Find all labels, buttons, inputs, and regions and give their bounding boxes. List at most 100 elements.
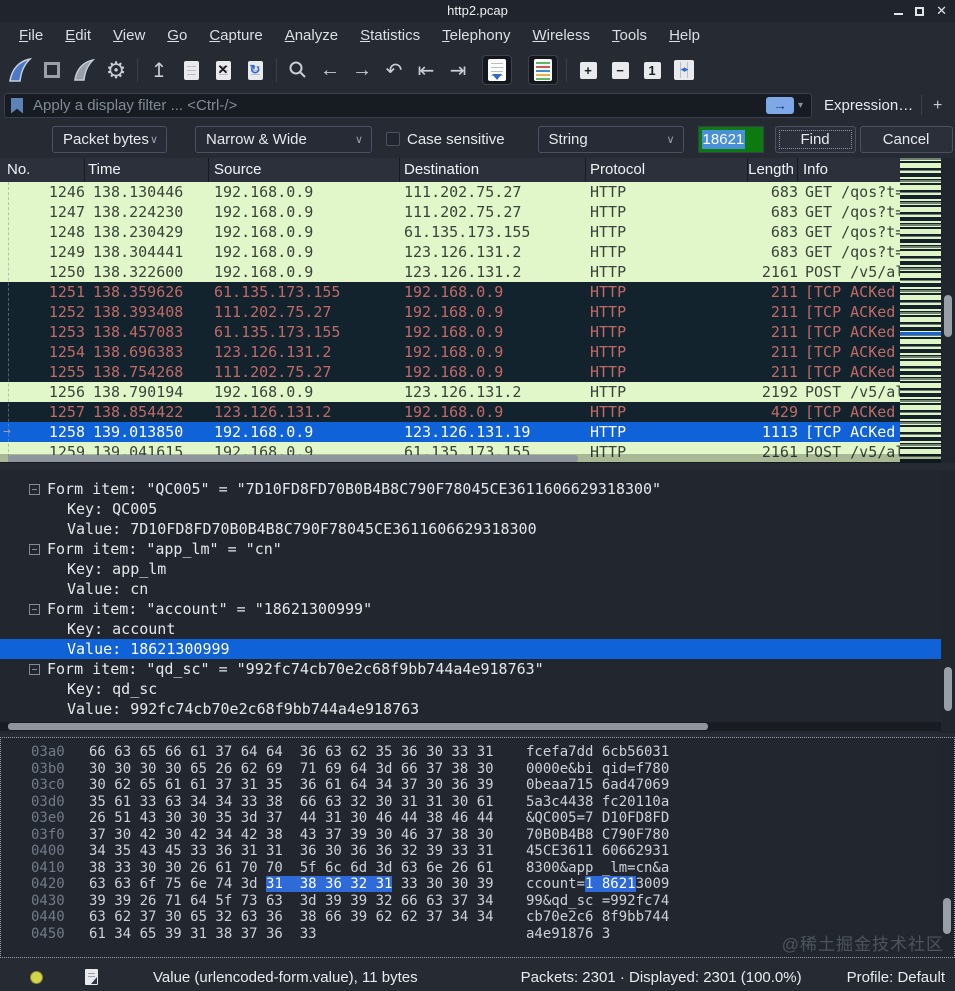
collapse-icon[interactable] bbox=[29, 483, 40, 495]
hex-row[interactable]: 03d0 35 61 33 63 34 34 33 38 66 63 32 30… bbox=[31, 794, 954, 811]
display-filter-input[interactable]: Apply a display filter ... <Ctrl-/> → ▾ bbox=[4, 93, 812, 118]
hex-row[interactable]: 03b0 30 30 30 30 65 26 62 69 71 69 64 3d… bbox=[31, 761, 954, 778]
colorize-toggle[interactable] bbox=[528, 55, 558, 85]
menu-statistics[interactable]: Statistics bbox=[349, 22, 431, 50]
hex-row[interactable]: 0420 63 63 6f 75 6e 74 3d 31 38 36 32 31… bbox=[31, 876, 954, 893]
hex-vscrollbar[interactable] bbox=[940, 738, 954, 957]
close-icon[interactable]: ✕ bbox=[936, 0, 947, 22]
packet-row[interactable]: 1246 138.130446 192.168.0.9 111.202.75.2… bbox=[0, 182, 955, 202]
open-file-icon[interactable]: ↥ bbox=[143, 54, 175, 86]
scrollbar-handle[interactable] bbox=[944, 667, 952, 711]
search-type-dropdown[interactable]: String ∨ bbox=[537, 125, 684, 153]
menu-view[interactable]: View bbox=[102, 22, 156, 50]
column-header-source[interactable]: Source bbox=[209, 158, 400, 182]
detail-row[interactable]: Key: QC005 bbox=[0, 499, 955, 519]
save-file-icon[interactable] bbox=[175, 54, 207, 86]
detail-row[interactable]: Value: cn bbox=[0, 579, 955, 599]
filter-history-caret-icon[interactable]: ▾ bbox=[798, 100, 803, 111]
go-to-packet-icon[interactable]: ↶ bbox=[378, 54, 410, 86]
auto-scroll-toggle[interactable] bbox=[482, 55, 512, 85]
column-header-length[interactable]: Length bbox=[748, 158, 798, 182]
resize-columns-icon[interactable]: ◂▸ bbox=[668, 54, 700, 86]
profile-text[interactable]: Profile: Default bbox=[847, 969, 945, 986]
menu-help[interactable]: Help bbox=[658, 22, 711, 50]
collapse-icon[interactable] bbox=[29, 543, 40, 555]
column-header-protocol[interactable]: Protocol bbox=[586, 158, 748, 182]
add-filter-button[interactable]: + bbox=[933, 95, 942, 117]
packet-minimap-scrollbar[interactable] bbox=[900, 158, 941, 463]
scrollbar-handle[interactable] bbox=[944, 295, 952, 337]
hex-row[interactable]: 0430 39 39 26 71 64 5f 73 63 3d 39 39 32… bbox=[31, 893, 954, 910]
menu-analyze[interactable]: Analyze bbox=[274, 22, 349, 50]
cancel-button[interactable]: Cancel bbox=[859, 125, 953, 153]
detail-row[interactable]: Key: qd_sc bbox=[0, 679, 955, 699]
go-back-icon[interactable]: ← bbox=[314, 54, 346, 86]
find-packet-icon[interactable] bbox=[282, 54, 314, 86]
packet-list-vscrollbar[interactable] bbox=[941, 158, 955, 463]
hex-row[interactable]: 0400 34 35 43 45 33 36 31 31 36 30 36 36… bbox=[31, 843, 954, 860]
packet-row[interactable]: 1248 138.230429 192.168.0.9 61.135.173.1… bbox=[0, 222, 955, 242]
search-input[interactable]: 18621 bbox=[697, 125, 764, 153]
packet-row[interactable]: → 1258 139.013850 192.168.0.9 123.126.13… bbox=[0, 422, 955, 442]
packet-row[interactable]: 1256 138.790194 192.168.0.9 123.126.131.… bbox=[0, 382, 955, 402]
start-capture-icon[interactable] bbox=[4, 54, 36, 86]
hex-row[interactable]: 03f0 37 30 42 30 42 34 42 38 43 37 39 30… bbox=[31, 827, 954, 844]
restart-capture-icon[interactable] bbox=[68, 54, 100, 86]
packet-row[interactable]: 1250 138.322600 192.168.0.9 123.126.131.… bbox=[0, 262, 955, 282]
zoom-normal-icon[interactable]: 1 bbox=[636, 54, 668, 86]
minimize-icon[interactable] bbox=[894, 13, 904, 15]
hex-row[interactable]: 0440 63 62 37 30 65 32 63 36 38 66 39 62… bbox=[31, 909, 954, 926]
zoom-out-icon[interactable]: − bbox=[604, 54, 636, 86]
case-sensitive-checkbox[interactable] bbox=[386, 132, 400, 146]
menu-edit[interactable]: Edit bbox=[54, 22, 102, 50]
expert-info-icon[interactable] bbox=[30, 970, 43, 984]
packet-row[interactable]: 1254 138.696383 123.126.131.2 192.168.0.… bbox=[0, 342, 955, 362]
apply-filter-button[interactable]: → bbox=[765, 97, 794, 114]
zoom-in-icon[interactable]: + bbox=[572, 54, 604, 86]
packet-row[interactable]: 1251 138.359626 61.135.173.155 192.168.0… bbox=[0, 282, 955, 302]
hex-row[interactable]: 03e0 26 51 43 30 30 35 3d 37 44 31 30 46… bbox=[31, 810, 954, 827]
bookmark-icon[interactable] bbox=[11, 97, 23, 114]
collapse-icon[interactable] bbox=[29, 663, 40, 675]
details-vscrollbar[interactable] bbox=[941, 470, 955, 733]
last-packet-icon[interactable]: ⇥ bbox=[442, 54, 474, 86]
search-in-dropdown[interactable]: Packet bytes ∨ bbox=[52, 125, 167, 153]
stop-capture-icon[interactable] bbox=[36, 54, 68, 86]
menu-telephony[interactable]: Telephony bbox=[431, 22, 521, 50]
scrollbar-handle[interactable] bbox=[8, 455, 578, 462]
detail-row[interactable]: Form item: "app_lm" = "cn" bbox=[0, 539, 955, 559]
capture-comment-icon[interactable] bbox=[85, 969, 98, 985]
packet-row[interactable]: 1257 138.854422 123.126.131.2 192.168.0.… bbox=[0, 402, 955, 422]
packet-row[interactable]: 1249 138.304441 192.168.0.9 123.126.131.… bbox=[0, 242, 955, 262]
hex-row[interactable]: 0410 38 33 30 30 26 61 70 70 5f 6c 6d 3d… bbox=[31, 860, 954, 877]
packet-row[interactable]: 1255 138.754268 111.202.75.27 192.168.0.… bbox=[0, 362, 955, 382]
maximize-icon[interactable] bbox=[915, 6, 925, 16]
hex-row[interactable]: 03a0 66 63 65 66 61 37 64 64 36 63 62 35… bbox=[31, 744, 954, 761]
scrollbar-handle[interactable] bbox=[8, 723, 708, 730]
details-hscrollbar[interactable] bbox=[0, 722, 941, 731]
scrollbar-handle[interactable] bbox=[943, 898, 951, 934]
packet-list-hscrollbar[interactable] bbox=[0, 454, 941, 463]
go-forward-icon[interactable]: → bbox=[346, 54, 378, 86]
menu-go[interactable]: Go bbox=[156, 22, 198, 50]
packet-row[interactable]: 1253 138.457083 61.135.173.155 192.168.0… bbox=[0, 322, 955, 342]
detail-row[interactable]: Value: 992fc74cb70e2c68f9bb744a4e918763 bbox=[0, 699, 955, 719]
detail-row[interactable]: Value: 18621300999 bbox=[0, 639, 955, 659]
collapse-icon[interactable] bbox=[29, 603, 40, 615]
menu-tools[interactable]: Tools bbox=[601, 22, 658, 50]
detail-row[interactable]: Key: account bbox=[0, 619, 955, 639]
detail-row[interactable]: Form item: "account" = "18621300999" bbox=[0, 599, 955, 619]
detail-row[interactable]: Key: app_lm bbox=[0, 559, 955, 579]
menu-capture[interactable]: Capture bbox=[198, 22, 273, 50]
detail-row[interactable]: Form item: "qd_sc" = "992fc74cb70e2c68f9… bbox=[0, 659, 955, 679]
hex-row[interactable]: 03c0 30 62 65 61 61 37 31 35 36 61 64 34… bbox=[31, 777, 954, 794]
capture-options-icon[interactable]: ⚙ bbox=[100, 54, 132, 86]
find-button[interactable]: Find bbox=[774, 125, 856, 153]
first-packet-icon[interactable]: ⇤ bbox=[410, 54, 442, 86]
packet-row[interactable]: 1252 138.393408 111.202.75.27 192.168.0.… bbox=[0, 302, 955, 322]
column-header-destination[interactable]: Destination bbox=[400, 158, 586, 182]
column-header-no[interactable]: No. bbox=[0, 158, 85, 182]
menu-file[interactable]: File bbox=[8, 22, 54, 50]
close-file-icon[interactable]: ✕ bbox=[207, 54, 239, 86]
packet-row[interactable]: 1247 138.224230 192.168.0.9 111.202.75.2… bbox=[0, 202, 955, 222]
